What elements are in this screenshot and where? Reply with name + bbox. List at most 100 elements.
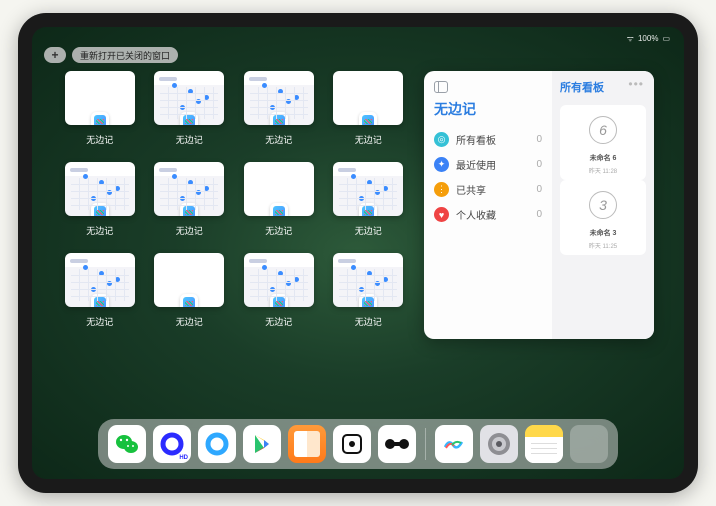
thumbnail-preview <box>154 71 224 125</box>
thumbnail-label: 无边记 <box>86 224 113 237</box>
window-thumbnails-grid: 无边记无边记无边记无边记无边记无边记无边记无边记无边记无边记无边记无边记 <box>62 71 406 415</box>
battery-label: 100% <box>638 34 658 43</box>
sidebar-item-count: 0 <box>536 159 542 170</box>
expanded-app-panel[interactable]: ••• 无边记 ◎所有看板0✦最近使用0⋮已共享0♥个人收藏0 所有看板 6未命… <box>424 71 654 339</box>
window-thumbnail[interactable]: 无边记 <box>62 253 138 328</box>
thumbnail-label: 无边记 <box>265 315 292 328</box>
dock-quark-hd-icon[interactable]: HD <box>153 425 191 463</box>
dock-notes-icon[interactable] <box>525 425 563 463</box>
panel-sidebar: 无边记 ◎所有看板0✦最近使用0⋮已共享0♥个人收藏0 <box>424 71 552 339</box>
top-controls: + 重新打开已关闭的窗口 <box>44 47 178 63</box>
board-name: 未命名 6 <box>590 153 617 163</box>
dock-settings-icon[interactable] <box>480 425 518 463</box>
battery-icon: ▭ <box>662 34 670 43</box>
thumbnail-label: 无边记 <box>355 315 382 328</box>
reopen-closed-window-button[interactable]: 重新打开已关闭的窗口 <box>72 47 178 63</box>
window-thumbnail[interactable]: 无边记 <box>331 162 407 237</box>
thumbnail-label: 无边记 <box>355 224 382 237</box>
freeform-app-icon <box>91 112 109 125</box>
board-date: 昨天 11:28 <box>589 166 617 175</box>
dock-freeform-icon[interactable] <box>435 425 473 463</box>
sidebar-toggle-icon[interactable] <box>434 81 448 93</box>
thumbnail-label: 无边记 <box>86 133 113 146</box>
wifi-icon: ᯤ <box>627 33 634 44</box>
board-name: 未命名 3 <box>590 228 617 238</box>
window-thumbnail[interactable]: 无边记 <box>62 71 138 146</box>
freeform-app-icon <box>270 203 288 216</box>
thumbnail-preview <box>244 71 314 125</box>
screen: ᯤ 100% ▭ + 重新打开已关闭的窗口 无边记无边记无边记无边记无边记无边记… <box>32 27 684 479</box>
sidebar-item-count: 0 <box>536 184 542 195</box>
dock: HD <box>98 419 618 469</box>
status-bar: ᯤ 100% ▭ <box>32 31 684 45</box>
dock-app-library-icon[interactable] <box>570 425 608 463</box>
freeform-app-icon <box>91 294 109 307</box>
thumbnail-preview <box>333 162 403 216</box>
freeform-app-icon <box>180 294 198 307</box>
freeform-app-icon <box>180 112 198 125</box>
freeform-app-icon <box>180 203 198 216</box>
dock-wechat-icon[interactable] <box>108 425 146 463</box>
board-card[interactable]: 6未命名 6昨天 11:28 <box>560 105 646 180</box>
freeform-app-icon <box>91 203 109 216</box>
sidebar-item-icon: ♥ <box>434 207 449 222</box>
freeform-app-icon <box>270 112 288 125</box>
sidebar-item-label: 已共享 <box>456 182 486 197</box>
window-thumbnail[interactable]: 无边记 <box>241 162 317 237</box>
thumbnail-label: 无边记 <box>176 224 203 237</box>
thumbnail-label: 无边记 <box>176 133 203 146</box>
window-thumbnail[interactable]: 无边记 <box>62 162 138 237</box>
thumbnail-preview <box>333 253 403 307</box>
sidebar-item-label: 个人收藏 <box>456 207 496 222</box>
sidebar-item[interactable]: ♥ 个人收藏 0 <box>434 202 542 227</box>
board-card[interactable]: 3 未命名 3 昨天 11:25 <box>560 180 646 255</box>
freeform-app-icon <box>359 294 377 307</box>
thumbnail-label: 无边记 <box>176 315 203 328</box>
freeform-app-icon <box>270 294 288 307</box>
window-thumbnail[interactable]: 无边记 <box>241 71 317 146</box>
window-thumbnail[interactable]: 无边记 <box>152 253 228 328</box>
thumbnail-label: 无边记 <box>265 224 292 237</box>
dock-quark-icon[interactable] <box>198 425 236 463</box>
add-window-button[interactable]: + <box>44 47 66 63</box>
thumbnail-preview <box>244 162 314 216</box>
sidebar-item-count: 0 <box>536 134 542 145</box>
ipad-frame: ᯤ 100% ▭ + 重新打开已关闭的窗口 无边记无边记无边记无边记无边记无边记… <box>18 13 698 493</box>
board-date: 昨天 11:25 <box>589 241 617 250</box>
freeform-app-icon <box>359 112 377 125</box>
thumbnail-preview <box>65 71 135 125</box>
sidebar-item-icon: ⋮ <box>434 182 449 197</box>
dock-separator <box>425 428 426 460</box>
panel-boards: 所有看板 6未命名 6昨天 11:283未命名 3昨天 11:25 <box>552 71 654 339</box>
dock-barbell-icon[interactable] <box>378 425 416 463</box>
thumbnail-preview <box>244 253 314 307</box>
sidebar-item[interactable]: ⋮ 已共享 0 <box>434 177 542 202</box>
panel-more-icon[interactable]: ••• <box>628 77 644 91</box>
sidebar-item-icon: ✦ <box>434 157 449 172</box>
dock-play-icon[interactable] <box>243 425 281 463</box>
thumbnail-label: 无边记 <box>355 133 382 146</box>
thumbnail-label: 无边记 <box>265 133 292 146</box>
thumbnail-preview <box>65 162 135 216</box>
window-thumbnail[interactable]: 无边记 <box>152 71 228 146</box>
window-thumbnail[interactable]: 无边记 <box>331 71 407 146</box>
thumbnail-preview <box>333 71 403 125</box>
thumbnail-preview <box>154 253 224 307</box>
window-thumbnail[interactable]: 无边记 <box>241 253 317 328</box>
status-indicators: ᯤ 100% ▭ <box>627 33 670 44</box>
freeform-app-icon <box>359 203 377 216</box>
window-thumbnail[interactable]: 无边记 <box>152 162 228 237</box>
thumbnail-label: 无边记 <box>86 315 113 328</box>
window-thumbnail[interactable]: 无边记 <box>331 253 407 328</box>
sidebar-item-label: 所有看板 <box>456 132 496 147</box>
thumbnail-preview <box>65 253 135 307</box>
sidebar-item-label: 最近使用 <box>456 157 496 172</box>
dock-dice-icon[interactable] <box>333 425 371 463</box>
dock-books-icon[interactable] <box>288 425 326 463</box>
board-preview: 3 <box>565 185 641 225</box>
app-switcher-content: 无边记无边记无边记无边记无边记无边记无边记无边记无边记无边记无边记无边记 •••… <box>62 71 654 415</box>
sidebar-item-count: 0 <box>536 209 542 220</box>
thumbnail-preview <box>154 162 224 216</box>
sidebar-item[interactable]: ◎所有看板0 <box>434 127 542 152</box>
sidebar-item[interactable]: ✦ 最近使用 0 <box>434 152 542 177</box>
